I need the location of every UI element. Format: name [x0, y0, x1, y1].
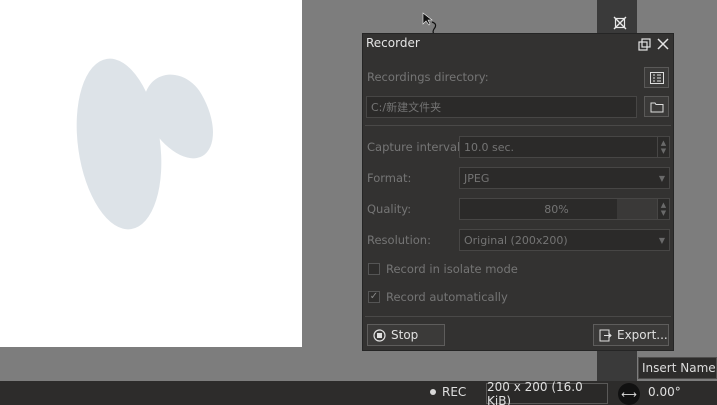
canvas-image[interactable]	[0, 0, 302, 347]
insert-name-field[interactable]: Insert Name	[638, 357, 717, 379]
quality-slider[interactable]: 80% ▲ ▼	[459, 198, 670, 220]
record-dot-icon	[430, 389, 436, 395]
quality-label: Quality:	[367, 202, 412, 216]
folder-icon[interactable]	[644, 96, 669, 117]
stop-button[interactable]: Stop	[367, 324, 445, 346]
recorder-docker: Recorder Recordings directory: C:/新建文件夹 …	[362, 33, 674, 351]
record-automatically-label: Record automatically	[386, 290, 508, 304]
close-icon[interactable]	[654, 35, 672, 53]
spin-arrows-icon[interactable]: ▲ ▼	[657, 137, 669, 157]
detach-icon[interactable]	[635, 35, 653, 53]
float-window-icon[interactable]	[606, 12, 634, 34]
recordings-directory-input[interactable]: C:/新建文件夹	[366, 96, 637, 118]
quality-value: 80%	[544, 202, 569, 216]
format-value: JPEG	[464, 171, 490, 185]
checkbox-checked-icon[interactable]: ✓	[368, 291, 380, 303]
list-icon[interactable]	[644, 67, 669, 88]
quality-slider-remaining	[617, 199, 657, 219]
spin-arrows-icon[interactable]: ▲ ▼	[657, 199, 669, 219]
rotate-icon[interactable]: ⟷	[618, 383, 640, 405]
capture-interval-label: Capture interval:	[367, 140, 465, 154]
docker-title: Recorder	[366, 36, 420, 50]
capture-interval-spinbox[interactable]: 10.0 sec. ▲ ▼	[459, 136, 670, 158]
chevron-down-icon: ▼	[658, 174, 665, 183]
status-bar: REC 200 x 200 (16.0 KiB) ⟷ 0.00°	[0, 380, 717, 405]
divider	[365, 125, 671, 126]
chevron-down-icon: ▼	[658, 236, 665, 245]
resolution-value: Original (200x200)	[464, 233, 568, 247]
rotation-value: 0.00°	[648, 385, 681, 399]
capture-interval-value: 10.0 sec.	[464, 140, 515, 154]
resolution-select[interactable]: Original (200x200) ▼	[459, 229, 670, 251]
recordings-directory-label: Recordings directory:	[367, 70, 489, 84]
rec-label: REC	[442, 385, 467, 399]
record-automatically-checkbox[interactable]: ✓ Record automatically	[368, 290, 508, 304]
stop-label: Stop	[391, 328, 419, 342]
checkbox-box[interactable]	[368, 263, 380, 275]
stop-icon	[373, 328, 386, 342]
export-button[interactable]: Export...	[593, 324, 669, 346]
image-dimensions[interactable]: 200 x 200 (16.0 KiB)	[486, 380, 608, 405]
format-label: Format:	[367, 171, 412, 185]
isolate-mode-checkbox[interactable]: Record in isolate mode	[368, 262, 518, 276]
rec-indicator[interactable]: REC	[430, 385, 466, 399]
export-icon	[599, 329, 612, 342]
export-label: Export...	[617, 328, 668, 342]
resolution-label: Resolution:	[367, 233, 431, 247]
divider	[365, 316, 671, 317]
isolate-mode-label: Record in isolate mode	[386, 262, 518, 276]
format-select[interactable]: JPEG ▼	[459, 167, 670, 189]
